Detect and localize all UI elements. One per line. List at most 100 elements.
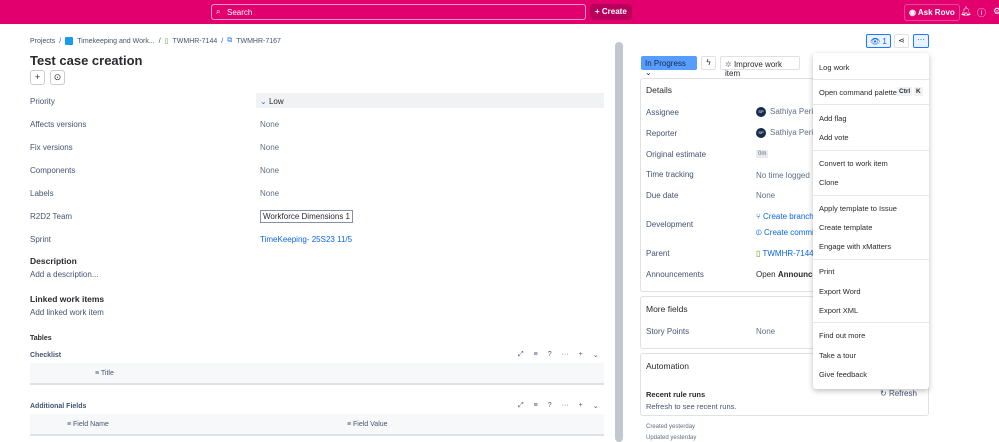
parent-key: TWMHR-7144 [762, 249, 814, 258]
expand-icon[interactable]: ⤢ [518, 402, 524, 410]
sparkle-icon: ✲ [725, 60, 734, 69]
more-actions-button[interactable]: ··· [913, 34, 929, 48]
field-label: Sprint [30, 235, 51, 244]
plus-icon[interactable]: + [579, 402, 583, 410]
menu-item-add-vote[interactable]: Add vote [819, 133, 849, 142]
help-icon[interactable]: ? [548, 402, 552, 410]
story-points-value[interactable]: None [756, 327, 775, 336]
menu-item-apply-template[interactable]: Apply template to Issue [819, 204, 897, 213]
time-tracking-value[interactable]: No time logged [756, 171, 810, 180]
filter-icon[interactable]: ≡ [534, 351, 538, 359]
create-commit-link[interactable]: ⦶ Create commit [756, 228, 816, 238]
filter-icon[interactable]: ≡ [534, 402, 538, 410]
help-icon[interactable]: ? [548, 351, 552, 359]
breadcrumb-current[interactable]: TWMHR-7167 [236, 38, 281, 45]
help-icon[interactable]: ⓘ [977, 6, 986, 19]
description-heading: Description [30, 256, 77, 266]
project-icon [65, 37, 74, 45]
refresh-button[interactable]: ↻ Refresh [880, 389, 917, 398]
field-value[interactable]: None [260, 143, 279, 152]
watch-button[interactable]: 👁︎ 1 [866, 34, 891, 48]
eye-icon: 👁︎ [870, 37, 881, 46]
refresh-hint: Refresh to see recent runs. [646, 402, 737, 411]
breadcrumb-parent[interactable]: TWMHR-7144 [173, 38, 218, 45]
menu-item-export-word[interactable]: Export Word [819, 287, 861, 296]
menu-divider [813, 104, 929, 105]
chevron-down-icon: ⌄ [260, 97, 269, 106]
menu-item-print[interactable]: Print [819, 267, 834, 276]
menu-divider [813, 195, 929, 196]
column-header[interactable]: ≡ Field Name [67, 421, 109, 428]
chevron-down-icon[interactable]: ⌄ [593, 351, 599, 359]
ask-rovo-button[interactable]: ◉ Ask Rovo [904, 4, 960, 21]
field-label: Affects versions [30, 120, 87, 129]
menu-item-export-xml[interactable]: Export XML [819, 306, 858, 315]
parent-link[interactable]: ▯ TWMHR-7144 [756, 249, 814, 258]
create-commit-label: Create commit [764, 228, 817, 237]
scrollbar[interactable] [615, 42, 623, 442]
breadcrumb-project[interactable]: Timekeeping and Work... [77, 38, 154, 45]
create-branch-link[interactable]: ⑂ Create branch [756, 212, 814, 221]
menu-item-convert[interactable]: Convert to work item [819, 159, 888, 168]
recent-rule-runs: Recent rule runs [646, 390, 706, 399]
share-button[interactable]: ⋖ [894, 34, 909, 48]
more-icon[interactable]: ··· [562, 402, 569, 410]
status-button[interactable]: In Progress ⌄ [641, 56, 697, 77]
menu-item-command-palette[interactable]: Open command palette [819, 88, 897, 97]
menu-item-take-tour[interactable]: Take a tour [819, 351, 856, 360]
reporter-value[interactable]: SP Sathiya Periy [756, 128, 817, 138]
column-title: Field Value [353, 421, 388, 428]
field-label: Fix versions [30, 143, 73, 152]
estimate-value[interactable]: 0m [756, 150, 769, 158]
create-button[interactable]: + Create [590, 4, 632, 20]
assignee-value[interactable]: SP Sathiya Periy [756, 107, 817, 117]
priority-value[interactable]: ⌄ Low [260, 97, 284, 106]
sprint-link[interactable]: TimeKeeping- 25S23 11/5 [260, 235, 352, 244]
menu-divider [813, 322, 929, 323]
add-button[interactable]: + [30, 70, 45, 85]
commit-icon: ⦶ [756, 228, 765, 237]
lightning-icon: ϟ [706, 58, 711, 67]
team-value[interactable]: Workforce Dimensions 1 [260, 210, 353, 223]
more-icon[interactable]: ··· [562, 351, 569, 359]
field-value[interactable]: None [260, 166, 279, 175]
menu-item-xmatters[interactable]: Engage with xMatters [819, 242, 891, 251]
chevron-down-icon[interactable]: ⌄ [593, 402, 599, 410]
column-header[interactable]: ≡ Field Value [347, 421, 388, 428]
breadcrumb: Projects / Timekeeping and Work... / ▯ TWMH… [30, 37, 281, 45]
detail-label: Development [646, 220, 694, 229]
linked-heading: Linked work items [30, 294, 105, 304]
field-value[interactable]: None [260, 189, 279, 198]
menu-item-clone[interactable]: Clone [819, 178, 839, 187]
description-input[interactable]: Add a description... [30, 270, 98, 279]
details-heading[interactable]: Details [646, 85, 672, 95]
detail-label: Assignee [646, 108, 679, 117]
field-label: Priority [30, 97, 55, 106]
due-date-value[interactable]: None [756, 191, 775, 200]
plus-icon[interactable]: + [579, 351, 583, 359]
automation-heading[interactable]: Automation [646, 361, 689, 371]
page-title[interactable]: Test case creation [30, 53, 142, 68]
apps-button[interactable]: ⊙ [50, 70, 65, 85]
menu-item-find-out-more[interactable]: Find out more [819, 331, 865, 340]
announcements-value[interactable]: Open Announcen [756, 270, 822, 279]
bell-icon[interactable]: 🔔︎ [960, 6, 971, 17]
improve-work-item-button[interactable]: ✲ Improve work item [720, 56, 800, 78]
menu-item-add-flag[interactable]: Add flag [819, 114, 847, 123]
column-header[interactable]: ≡ Title [95, 370, 114, 377]
more-fields-heading[interactable]: More fields [646, 304, 688, 314]
menu-item-give-feedback[interactable]: Give feedback [819, 370, 867, 379]
field-value[interactable]: None [260, 120, 279, 129]
create-branch-label: Create branch [763, 212, 814, 221]
breadcrumb-projects[interactable]: Projects [30, 38, 55, 45]
search-input[interactable]: ⌕ Search [211, 4, 586, 20]
search-placeholder: Search [227, 8, 253, 17]
automation-button[interactable]: ϟ [701, 56, 716, 70]
additional-toolbar: ⤢ ≡? ··· + ⌄ [518, 402, 599, 410]
settings-icon[interactable]: ⚙ [993, 6, 999, 17]
menu-item-log-work[interactable]: Log work [819, 63, 849, 72]
expand-icon[interactable]: ⤢ [518, 351, 524, 359]
menu-item-create-template[interactable]: Create template [819, 223, 872, 232]
priority-field[interactable] [256, 93, 604, 108]
add-linked-item[interactable]: Add linked work item [30, 308, 104, 317]
